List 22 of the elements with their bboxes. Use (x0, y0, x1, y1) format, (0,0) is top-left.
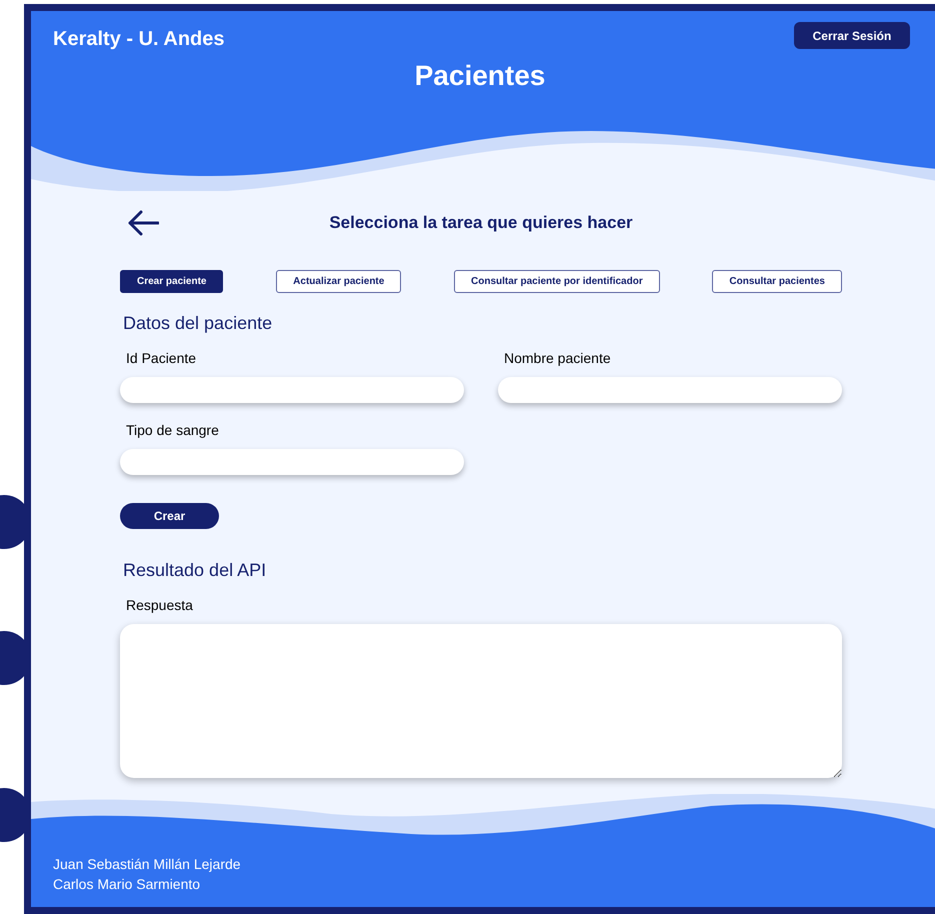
author-name: Carlos Mario Sarmiento (53, 875, 200, 894)
input-field[interactable] (120, 377, 464, 403)
task-tab[interactable]: Consultar paciente por identificador (454, 270, 660, 293)
response-textarea[interactable] (120, 624, 842, 778)
input-field[interactable] (120, 449, 464, 475)
task-tab[interactable]: Consultar pacientes (712, 270, 842, 293)
task-tab[interactable]: Actualizar paciente (276, 270, 402, 293)
author-name: Juan Sebastián Millán Lejarde (53, 855, 241, 874)
create-button[interactable]: Crear (120, 503, 219, 529)
page-title: Pacientes (414, 59, 546, 93)
back-arrow-icon[interactable] (127, 210, 159, 236)
task-heading: Selecciona la tarea que quieres hacer (329, 213, 633, 232)
input-field[interactable] (498, 377, 842, 403)
section-title: Datos del paciente (123, 312, 272, 334)
brand-title: Keralty - U. Andes (53, 28, 225, 50)
field-label: Id Paciente (126, 349, 196, 368)
field-label: Tipo de sangre (126, 421, 219, 440)
field-label: Nombre paciente (504, 349, 611, 368)
field-label: Respuesta (126, 596, 193, 615)
logout-button[interactable]: Cerrar Sesión (794, 22, 910, 49)
task-tab[interactable]: Crear paciente (120, 270, 224, 293)
section-title: Resultado del API (123, 559, 266, 581)
